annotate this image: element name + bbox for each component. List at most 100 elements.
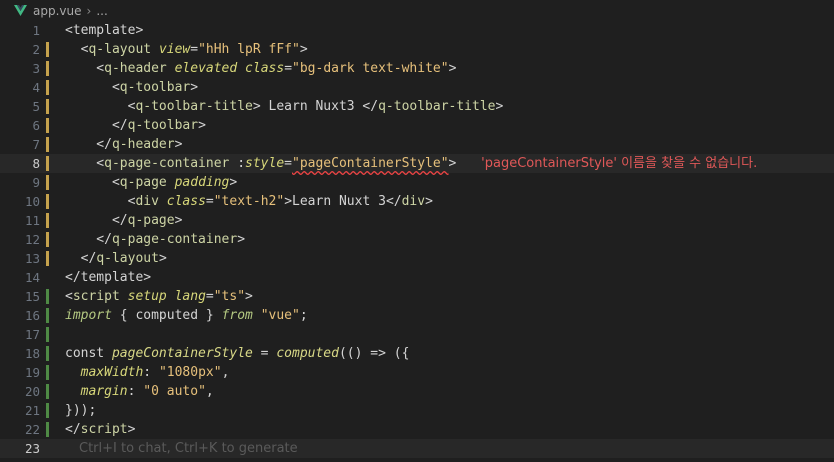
- code-line[interactable]: 21}));: [0, 401, 834, 420]
- breadcrumb: app.vue › ...: [0, 0, 834, 21]
- code-line[interactable]: 14 </template>: [0, 268, 834, 287]
- code-token: q-page-container: [104, 156, 230, 171]
- line-number: 11: [24, 213, 40, 228]
- code-token: =: [284, 61, 293, 76]
- code-line[interactable]: 6 </q-toolbar>: [0, 116, 834, 135]
- code-token: >: [237, 232, 246, 247]
- git-modified-marker[interactable]: [46, 137, 49, 152]
- line-number: 1: [32, 23, 40, 38]
- code-line[interactable]: 15 <script setup lang="ts">: [0, 287, 834, 306]
- code-line[interactable]: 23 Ctrl+I to chat, Ctrl+K to generate: [0, 439, 834, 458]
- code-token: <: [65, 289, 73, 304]
- code-token: q-toolbar: [119, 80, 191, 95]
- code-line[interactable]: 13 </q-layout>: [0, 249, 834, 268]
- code-token: computed: [135, 308, 199, 323]
- git-added-marker[interactable]: [46, 289, 49, 304]
- code-text: </template>: [65, 268, 151, 287]
- code-token: =: [205, 289, 214, 304]
- code-line[interactable]: 4 <q-toolbar>: [0, 78, 834, 97]
- git-modified-marker[interactable]: [46, 42, 49, 57]
- code-line[interactable]: 20 margin: "0 auto",: [0, 382, 834, 401]
- git-added-marker[interactable]: [46, 308, 49, 323]
- code-token: </: [65, 137, 112, 152]
- code-line[interactable]: 1 <template>: [0, 21, 834, 40]
- code-token: script: [72, 289, 120, 304]
- code-token: "1080px": [158, 365, 222, 380]
- code-text: <q-toolbar>: [65, 78, 198, 97]
- code-token: >: [448, 61, 457, 76]
- line-number: 17: [24, 327, 40, 342]
- code-token: "vue": [260, 308, 300, 323]
- git-added-marker[interactable]: [46, 346, 49, 361]
- git-modified-marker[interactable]: [46, 118, 49, 133]
- code-text: <script setup lang="ts">: [65, 287, 253, 306]
- code-line[interactable]: 10 <div class="text-h2">Learn Nuxt 3</di…: [0, 192, 834, 211]
- git-modified-marker[interactable]: [46, 251, 49, 266]
- breadcrumb-more[interactable]: ...: [96, 4, 107, 18]
- code-token: >: [158, 251, 167, 266]
- git-modified-marker[interactable]: [46, 175, 49, 190]
- code-text: </q-page>: [65, 211, 182, 230]
- git-modified-marker[interactable]: [46, 232, 49, 247]
- code-token: elevated: [174, 61, 238, 76]
- line-number: 16: [24, 308, 40, 323]
- git-added-marker[interactable]: [46, 384, 49, 399]
- ai-hint-text: Ctrl+I to chat, Ctrl+K to generate: [79, 441, 298, 456]
- line-number: 22: [24, 422, 40, 437]
- code-line[interactable]: 2 <q-layout view="hHh lpR fFf">: [0, 40, 834, 59]
- code-text: </script>: [65, 420, 135, 439]
- code-token: >: [127, 422, 136, 437]
- breadcrumb-file[interactable]: app.vue: [33, 4, 82, 18]
- code-token: "hHh lpR fFf": [198, 42, 300, 57]
- line-number: 7: [32, 137, 40, 152]
- code-line[interactable]: 16 import { computed } from "vue";: [0, 306, 834, 325]
- git-modified-marker[interactable]: [46, 213, 49, 228]
- code-line[interactable]: 17: [0, 325, 834, 344]
- git-modified-marker[interactable]: [46, 194, 49, 209]
- line-number: 12: [24, 232, 40, 247]
- code-text: const pageContainerStyle = computed(() =…: [65, 344, 409, 363]
- code-line[interactable]: 5 <q-toolbar-title> Learn Nuxt3 </q-tool…: [0, 97, 834, 116]
- code-line[interactable]: 18 const pageContainerStyle = computed(()…: [0, 344, 834, 363]
- git-added-marker[interactable]: [46, 422, 49, 437]
- code-line[interactable]: 22 </script>: [0, 420, 834, 439]
- code-line[interactable]: 11 </q-page>: [0, 211, 834, 230]
- code-token: <: [65, 175, 120, 190]
- code-token: q-header: [104, 61, 167, 76]
- code-token: >: [299, 42, 308, 57]
- git-added-marker[interactable]: [46, 403, 49, 418]
- git-modified-marker[interactable]: [46, 99, 49, 114]
- code-token: "text-h2": [213, 194, 285, 209]
- code-line[interactable]: 9 <q-page padding>: [0, 173, 834, 192]
- git-modified-marker[interactable]: [46, 61, 49, 76]
- line-number: 6: [32, 118, 40, 133]
- code-text: maxWidth: "1080px",: [65, 363, 230, 382]
- git-added-marker[interactable]: [46, 365, 49, 380]
- code-token: ,: [221, 365, 230, 380]
- code-token: setup: [127, 289, 167, 304]
- code-line[interactable]: 8 <q-page-container :style="pageContaine…: [0, 154, 834, 173]
- code-editor[interactable]: 1 <template> 2 <q-layout view="hHh lpR fFf…: [0, 21, 834, 458]
- code-token: <: [65, 80, 120, 95]
- code-text: Ctrl+I to chat, Ctrl+K to generate: [65, 439, 298, 458]
- code-token: class: [166, 194, 206, 209]
- git-modified-marker[interactable]: [46, 156, 49, 171]
- git-modified-marker[interactable]: [46, 80, 49, 95]
- line-number: 2: [32, 42, 40, 57]
- code-token: >: [495, 99, 504, 114]
- code-line[interactable]: 3 <q-header elevated class="bg-dark text…: [0, 59, 834, 78]
- code-token: maxWidth: [80, 365, 144, 380]
- code-text: </q-header>: [65, 135, 182, 154]
- code-token: }));: [65, 403, 97, 418]
- code-text: <q-header elevated class="bg-dark text-w…: [65, 59, 456, 78]
- code-line[interactable]: 7 </q-header>: [0, 135, 834, 154]
- code-token: >: [245, 289, 253, 304]
- code-line[interactable]: 12 </q-page-container>: [0, 230, 834, 249]
- git-added-marker[interactable]: [46, 327, 49, 342]
- code-line[interactable]: 19 maxWidth: "1080px",: [0, 363, 834, 382]
- code-token: class: [245, 61, 285, 76]
- code-token: Learn Nuxt3: [268, 99, 355, 114]
